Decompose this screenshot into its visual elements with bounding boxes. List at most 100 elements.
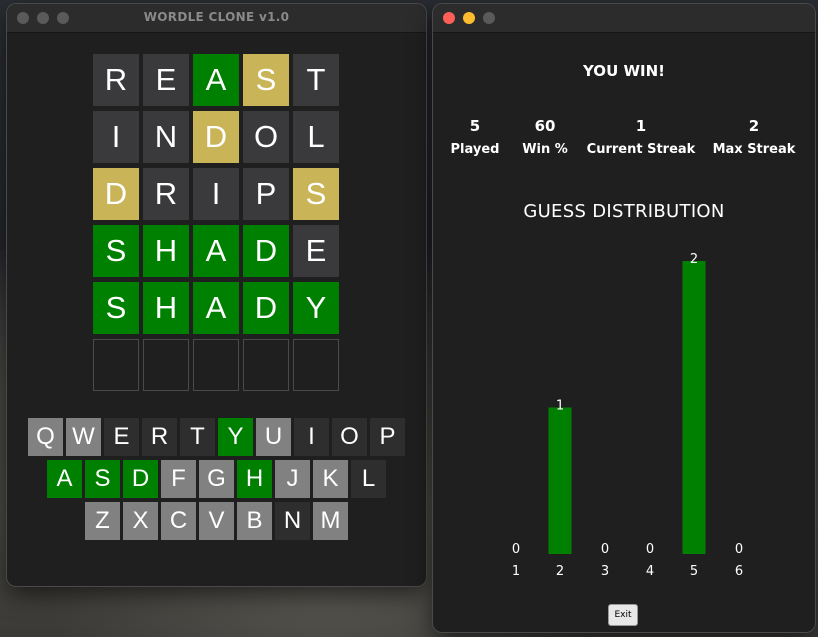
stats-window: YOU WIN! 5 Played 60 Win % 1 Current Str… xyxy=(433,4,815,632)
letter-tile: N xyxy=(143,111,189,163)
key-s[interactable]: S xyxy=(85,460,120,498)
category-label: 3 xyxy=(601,564,609,579)
board-row: SHADE xyxy=(93,225,343,282)
key-d[interactable]: D xyxy=(123,460,158,498)
guess-distribution-chart: 0 1 1 2 0 3 0 4 2 5 0 6 xyxy=(512,252,743,579)
distribution-title: GUESS DISTRIBUTION xyxy=(523,201,725,222)
key-g[interactable]: G xyxy=(199,460,234,498)
bar-value-label: 0 xyxy=(735,542,743,557)
board-row: INDOL xyxy=(93,111,343,168)
key-x[interactable]: X xyxy=(123,502,158,540)
bar-value-label: 0 xyxy=(512,542,520,557)
window-controls xyxy=(443,12,495,24)
letter-tile: O xyxy=(243,111,289,163)
close-button[interactable] xyxy=(443,12,455,24)
stat-played: 5 Played xyxy=(445,116,505,157)
bar-5 xyxy=(682,261,706,554)
key-n[interactable]: N xyxy=(275,502,310,540)
key-k[interactable]: K xyxy=(313,460,348,498)
keyboard-row: ASDFGHJKL xyxy=(7,460,426,498)
letter-tile: H xyxy=(143,225,189,277)
key-e[interactable]: E xyxy=(104,418,139,456)
key-p[interactable]: P xyxy=(370,418,405,456)
letter-tile: D xyxy=(243,225,289,277)
key-w[interactable]: W xyxy=(66,418,101,456)
key-z[interactable]: Z xyxy=(85,502,120,540)
letter-tile: S xyxy=(93,282,139,334)
bar-value-label: 0 xyxy=(646,542,654,557)
minimize-button[interactable] xyxy=(463,12,475,24)
key-u[interactable]: U xyxy=(256,418,291,456)
exit-button[interactable]: Exit xyxy=(608,604,638,626)
key-v[interactable]: V xyxy=(199,502,234,540)
bar-value-label: 0 xyxy=(601,542,609,557)
letter-tile: S xyxy=(293,168,339,220)
key-h[interactable]: H xyxy=(237,460,272,498)
bar-value-label: 1 xyxy=(556,399,564,414)
stat-value: 60 xyxy=(534,117,556,135)
key-r[interactable]: R xyxy=(142,418,177,456)
title-bar[interactable]: WORDLE CLONE v1.0 xyxy=(7,4,426,33)
letter-tile: E xyxy=(293,225,339,277)
key-l[interactable]: L xyxy=(351,460,386,498)
letter-tile: Y xyxy=(293,282,339,334)
empty-tile xyxy=(93,339,139,391)
key-b[interactable]: B xyxy=(237,502,272,540)
wordle-game-window: WORDLE CLONE v1.0 REASTINDOLDRIPSSHADESH… xyxy=(7,4,426,586)
stat-value: 1 xyxy=(635,117,647,135)
key-a[interactable]: A xyxy=(47,460,82,498)
key-i[interactable]: I xyxy=(294,418,329,456)
stat-max-streak: 2 Max Streak xyxy=(709,116,799,157)
letter-tile: E xyxy=(143,54,189,106)
zoom-button[interactable] xyxy=(483,12,495,24)
key-c[interactable]: C xyxy=(161,502,196,540)
key-f[interactable]: F xyxy=(161,460,196,498)
empty-tile xyxy=(243,339,289,391)
letter-tile: I xyxy=(93,111,139,163)
letter-tile: D xyxy=(93,168,139,220)
empty-tile xyxy=(143,339,189,391)
letter-tile: S xyxy=(243,54,289,106)
category-label: 4 xyxy=(646,564,654,579)
keyboard-row: QWERTYUIOP xyxy=(7,418,426,456)
letter-tile: D xyxy=(243,282,289,334)
letter-tile: R xyxy=(93,54,139,106)
key-t[interactable]: T xyxy=(180,418,215,456)
letter-tile: S xyxy=(93,225,139,277)
win-message: YOU WIN! xyxy=(582,62,665,80)
stat-label: Win % xyxy=(522,142,568,157)
title-bar[interactable] xyxy=(433,4,815,33)
key-j[interactable]: J xyxy=(275,460,310,498)
key-m[interactable]: M xyxy=(313,502,348,540)
letter-tile: R xyxy=(143,168,189,220)
category-label: 6 xyxy=(735,564,743,579)
empty-tile xyxy=(293,339,339,391)
letter-tile: H xyxy=(143,282,189,334)
letter-tile: A xyxy=(193,54,239,106)
on-screen-keyboard: QWERTYUIOP ASDFGHJKL ZXCVBNM xyxy=(7,418,426,544)
stat-label: Played xyxy=(450,142,500,157)
key-y[interactable]: Y xyxy=(218,418,253,456)
board-row: DRIPS xyxy=(93,168,343,225)
stats-row: 5 Played 60 Win % 1 Current Streak 2 Max… xyxy=(433,116,815,166)
window-title: WORDLE CLONE v1.0 xyxy=(143,10,290,24)
stat-value: 5 xyxy=(469,117,481,135)
category-label: 2 xyxy=(556,564,564,579)
stat-value: 2 xyxy=(748,117,760,135)
board-row: REAST xyxy=(93,54,343,111)
key-o[interactable]: O xyxy=(332,418,367,456)
stat-current-streak: 1 Current Streak xyxy=(586,116,696,157)
bar-2 xyxy=(548,407,572,554)
category-label: 1 xyxy=(512,564,520,579)
board-row xyxy=(93,339,343,396)
letter-tile: A xyxy=(193,282,239,334)
bar-value-label: 2 xyxy=(690,252,698,267)
letter-tile: D xyxy=(193,111,239,163)
letter-tile: A xyxy=(193,225,239,277)
key-q[interactable]: Q xyxy=(28,418,63,456)
stat-label: Current Streak xyxy=(586,142,696,157)
board-row: SHADY xyxy=(93,282,343,339)
stat-win-percent: 60 Win % xyxy=(515,116,575,157)
stat-label: Max Streak xyxy=(712,142,796,157)
empty-tile xyxy=(193,339,239,391)
